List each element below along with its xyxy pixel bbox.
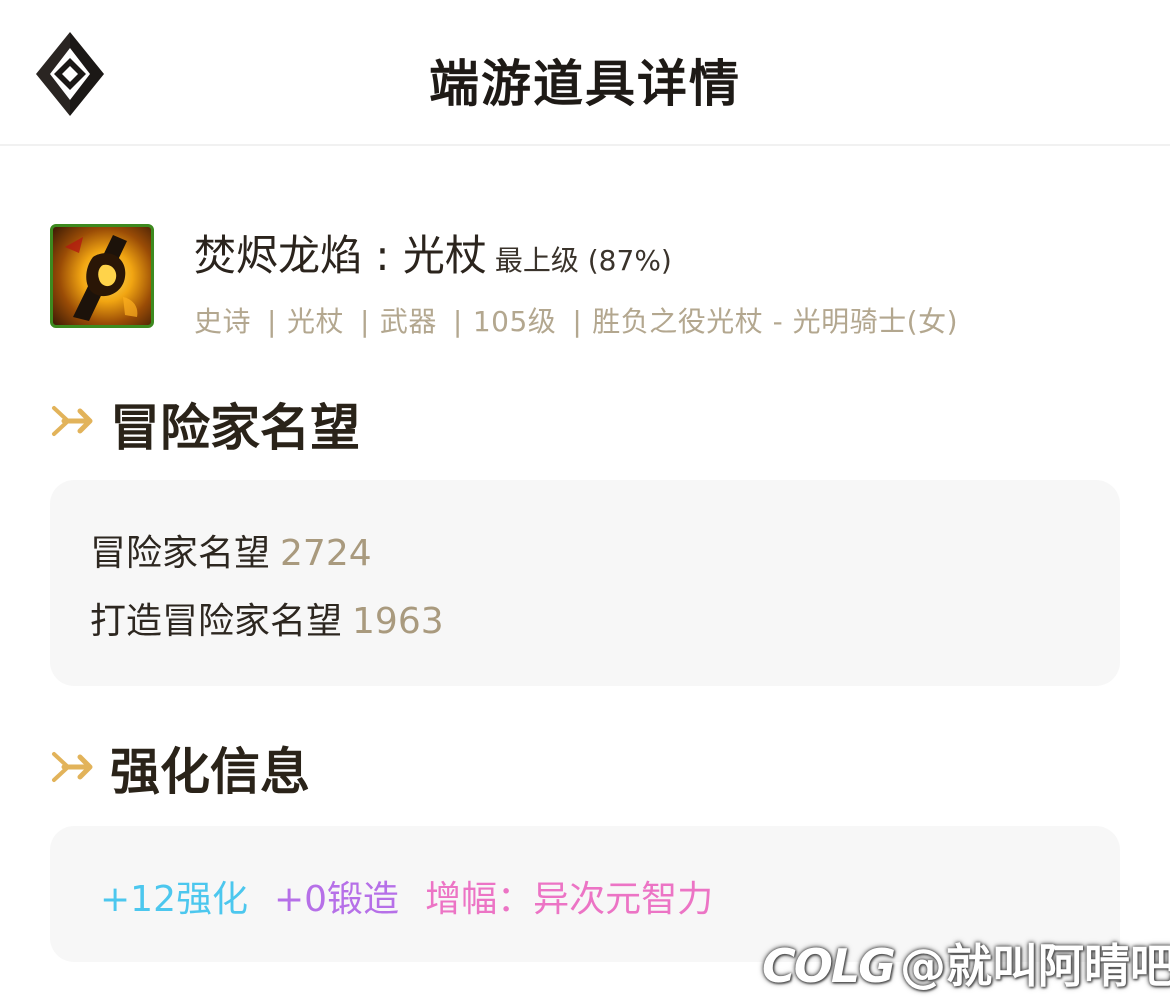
amplify-info: 增幅：异次元智力 (425, 879, 714, 920)
separator: | (267, 305, 277, 338)
forge-level: +0锻造 (273, 879, 400, 920)
stat-value: 1963 (352, 601, 444, 642)
arrow-right-icon (52, 406, 93, 436)
separator: | (359, 305, 370, 338)
crafted-reputation-row: 打造冒险家名望 1963 (90, 592, 444, 644)
arrow-right-icon (52, 752, 93, 782)
reputation-card: 冒险家名望 2724 打造冒险家名望 1963 (50, 480, 1120, 686)
item-grade: 最上级 (87%) (494, 244, 672, 277)
section-heading: 冒险家名望 (110, 399, 360, 457)
flame-staff-icon (65, 235, 138, 321)
page-title: 端游道具详情 (429, 55, 741, 113)
item-level: 105级 (472, 305, 557, 338)
reputation-row: 冒险家名望 2724 (90, 524, 372, 576)
item-meta: 史诗 | 光杖 | 武器 | 105级 | 胜负之役光杖 - 光明骑士(女) (194, 300, 958, 340)
separator: | (452, 305, 463, 338)
item-name: 焚烬龙焰 : 光杖 (194, 231, 487, 280)
reinforce-level: +12强化 (100, 879, 248, 920)
watermark: COLG @就叫阿晴吧 (762, 930, 1170, 996)
item-category: 武器 (379, 305, 437, 338)
enhance-row: +12强化 +0锻造 增幅：异次元智力 (100, 870, 739, 922)
section-heading: 强化信息 (110, 743, 310, 801)
watermark-text: @就叫阿晴吧 (899, 939, 1170, 993)
stat-label: 打造冒险家名望 (90, 601, 343, 642)
watermark-logo: COLG (762, 939, 896, 993)
stat-value: 2724 (280, 533, 372, 574)
item-rarity: 史诗 (194, 305, 252, 338)
item-icon (50, 224, 154, 328)
item-set: 胜负之役光杖 - 光明骑士(女) (592, 305, 959, 338)
item-name-line: 焚烬龙焰 : 光杖 最上级 (87%) (194, 222, 672, 283)
page-header: 端游道具详情 (0, 0, 1170, 146)
item-type: 光杖 (286, 305, 344, 338)
stat-label: 冒险家名望 (90, 533, 271, 574)
separator: | (572, 305, 583, 338)
